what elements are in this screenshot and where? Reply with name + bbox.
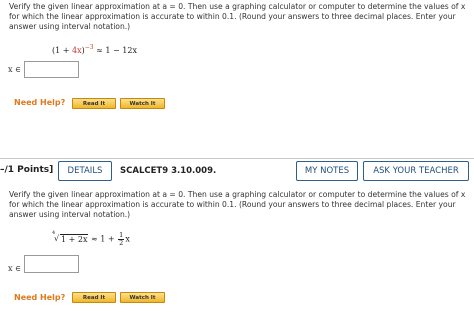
watch-it-button[interactable]: Watch It xyxy=(120,98,165,109)
read-it-button-2[interactable]: Read It xyxy=(72,292,116,303)
x-in-label-2: x ∈ xyxy=(8,264,21,273)
formula-exponent: −3 xyxy=(84,44,94,51)
question-2: Verify the given linear approximation at… xyxy=(0,182,474,321)
formula-approx: ≈ 1 + xyxy=(91,234,115,244)
question-2-header: –/1 Points] DETAILS SCALCET9 3.10.009. M… xyxy=(0,158,474,183)
need-help-label-2: Need Help? xyxy=(14,293,66,302)
question-1-formula: (1 + 4x)−3 ≈ 1 − 12x xyxy=(52,44,137,55)
formula-rhs: ≈ 1 − 12x xyxy=(96,46,137,55)
radical-icon: √ xyxy=(54,233,60,243)
question-separator xyxy=(0,121,474,158)
question-code: SCALCET9 3.10.009. xyxy=(120,166,217,176)
x-in-label: x ∈ xyxy=(8,65,21,74)
formula-red-term: 4x xyxy=(72,46,82,55)
watch-it-button-2[interactable]: Watch It xyxy=(120,292,165,303)
interval-answer-input-2[interactable] xyxy=(24,255,79,273)
question-2-formula: 4 √ 1 + 2x ≈ 1 + 12x xyxy=(52,230,130,247)
points-label: –/1 Points] xyxy=(0,165,54,175)
ask-your-teacher-button[interactable]: ASK YOUR TEACHER xyxy=(363,161,469,181)
read-it-button[interactable]: Read It xyxy=(72,98,116,109)
need-help-label: Need Help? xyxy=(14,98,66,107)
fraction: 12 xyxy=(118,232,125,247)
formula-variable: x xyxy=(125,234,130,244)
question-1-text: Verify the given linear approximation at… xyxy=(9,2,466,31)
my-notes-button[interactable]: MY NOTES xyxy=(296,161,358,181)
question-1: Verify the given linear approximation at… xyxy=(0,0,474,122)
root-radicand: 1 + 2x xyxy=(60,233,89,244)
interval-answer-input[interactable] xyxy=(24,61,79,78)
details-button[interactable]: DETAILS xyxy=(58,161,112,181)
fourth-root: 4 √ 1 + 2x xyxy=(52,230,89,244)
fraction-denominator: 2 xyxy=(119,239,124,247)
question-2-text: Verify the given linear approximation at… xyxy=(9,190,466,219)
formula-open: (1 + xyxy=(52,46,72,55)
